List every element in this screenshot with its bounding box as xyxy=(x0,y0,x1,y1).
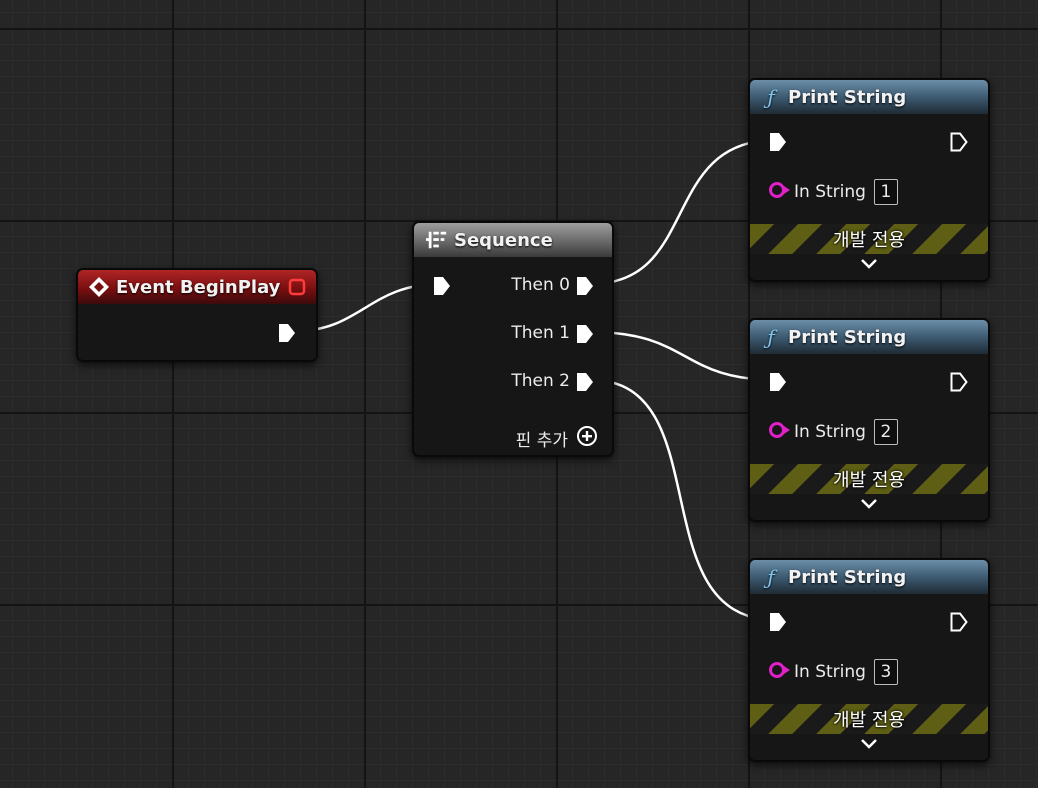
development-only-label: 개발 전용 xyxy=(833,470,905,491)
node-title: Print String xyxy=(788,86,907,108)
function-icon: ƒ xyxy=(767,565,775,589)
add-pin-label: 핀 추가 xyxy=(515,431,568,451)
print-string-node-1[interactable]: ƒ Print String In String 1 개발 전용 xyxy=(748,78,990,282)
string-pin-icon[interactable] xyxy=(768,181,792,204)
sequence-node[interactable]: Sequence Then 0 Then 1 Then 2 핀 추가 xyxy=(412,221,614,457)
then-2-pin[interactable] xyxy=(574,371,596,393)
then-0-pin[interactable] xyxy=(574,275,596,297)
then-1-pin[interactable] xyxy=(574,323,596,345)
string-pin-icon[interactable] xyxy=(768,661,792,684)
in-string-label: In String xyxy=(794,422,866,442)
string-pin-icon[interactable] xyxy=(768,421,792,444)
then-2-label: Then 2 xyxy=(511,371,570,391)
exec-in-pin[interactable] xyxy=(431,275,453,297)
exec-out-pin[interactable] xyxy=(276,322,298,344)
in-string-row: In String 2 xyxy=(768,419,898,445)
function-icon: ƒ xyxy=(767,85,775,109)
exec-in-pin[interactable] xyxy=(767,371,789,393)
node-title: Print String xyxy=(788,326,907,348)
expand-chevron-icon[interactable] xyxy=(750,258,988,270)
node-title: Sequence xyxy=(454,229,553,251)
in-string-label: In String xyxy=(794,182,866,202)
plus-circle-icon xyxy=(576,425,598,452)
print-string-node-3[interactable]: ƒ Print String In String 3 개발 전용 xyxy=(748,558,990,762)
in-string-value[interactable]: 3 xyxy=(873,659,898,685)
node-header[interactable]: Sequence xyxy=(414,223,612,257)
then-0-label: Then 0 xyxy=(511,275,570,295)
print-string-node-2[interactable]: ƒ Print String In String 2 개발 전용 xyxy=(748,318,990,522)
in-string-row: In String 3 xyxy=(768,659,898,685)
event-beginplay-node[interactable]: Event BeginPlay xyxy=(76,268,318,362)
add-pin-button[interactable]: 핀 추가 xyxy=(516,425,598,452)
expand-chevron-icon[interactable] xyxy=(750,738,988,750)
node-header[interactable]: ƒ Print String xyxy=(750,320,988,354)
exec-out-pin[interactable] xyxy=(948,611,970,633)
sequence-icon xyxy=(426,229,448,251)
exec-out-pin[interactable] xyxy=(948,371,970,393)
in-string-row: In String 1 xyxy=(768,179,898,205)
in-string-label: In String xyxy=(794,662,866,682)
node-header[interactable]: Event BeginPlay xyxy=(78,270,316,304)
node-title: Event BeginPlay xyxy=(116,276,281,298)
node-header[interactable]: ƒ Print String xyxy=(750,80,988,114)
development-only-label: 개발 전용 xyxy=(833,230,905,251)
in-string-value[interactable]: 2 xyxy=(873,419,898,445)
function-icon: ƒ xyxy=(767,325,775,349)
exec-in-pin[interactable] xyxy=(767,131,789,153)
node-header[interactable]: ƒ Print String xyxy=(750,560,988,594)
expand-chevron-icon[interactable] xyxy=(750,498,988,510)
delegate-square-icon[interactable] xyxy=(288,278,306,300)
node-title: Print String xyxy=(788,566,907,588)
in-string-value[interactable]: 1 xyxy=(873,179,898,205)
exec-in-pin[interactable] xyxy=(767,611,789,633)
exec-out-pin[interactable] xyxy=(948,131,970,153)
event-diamond-icon xyxy=(88,276,110,298)
then-1-label: Then 1 xyxy=(511,323,570,343)
development-only-label: 개발 전용 xyxy=(833,710,905,731)
